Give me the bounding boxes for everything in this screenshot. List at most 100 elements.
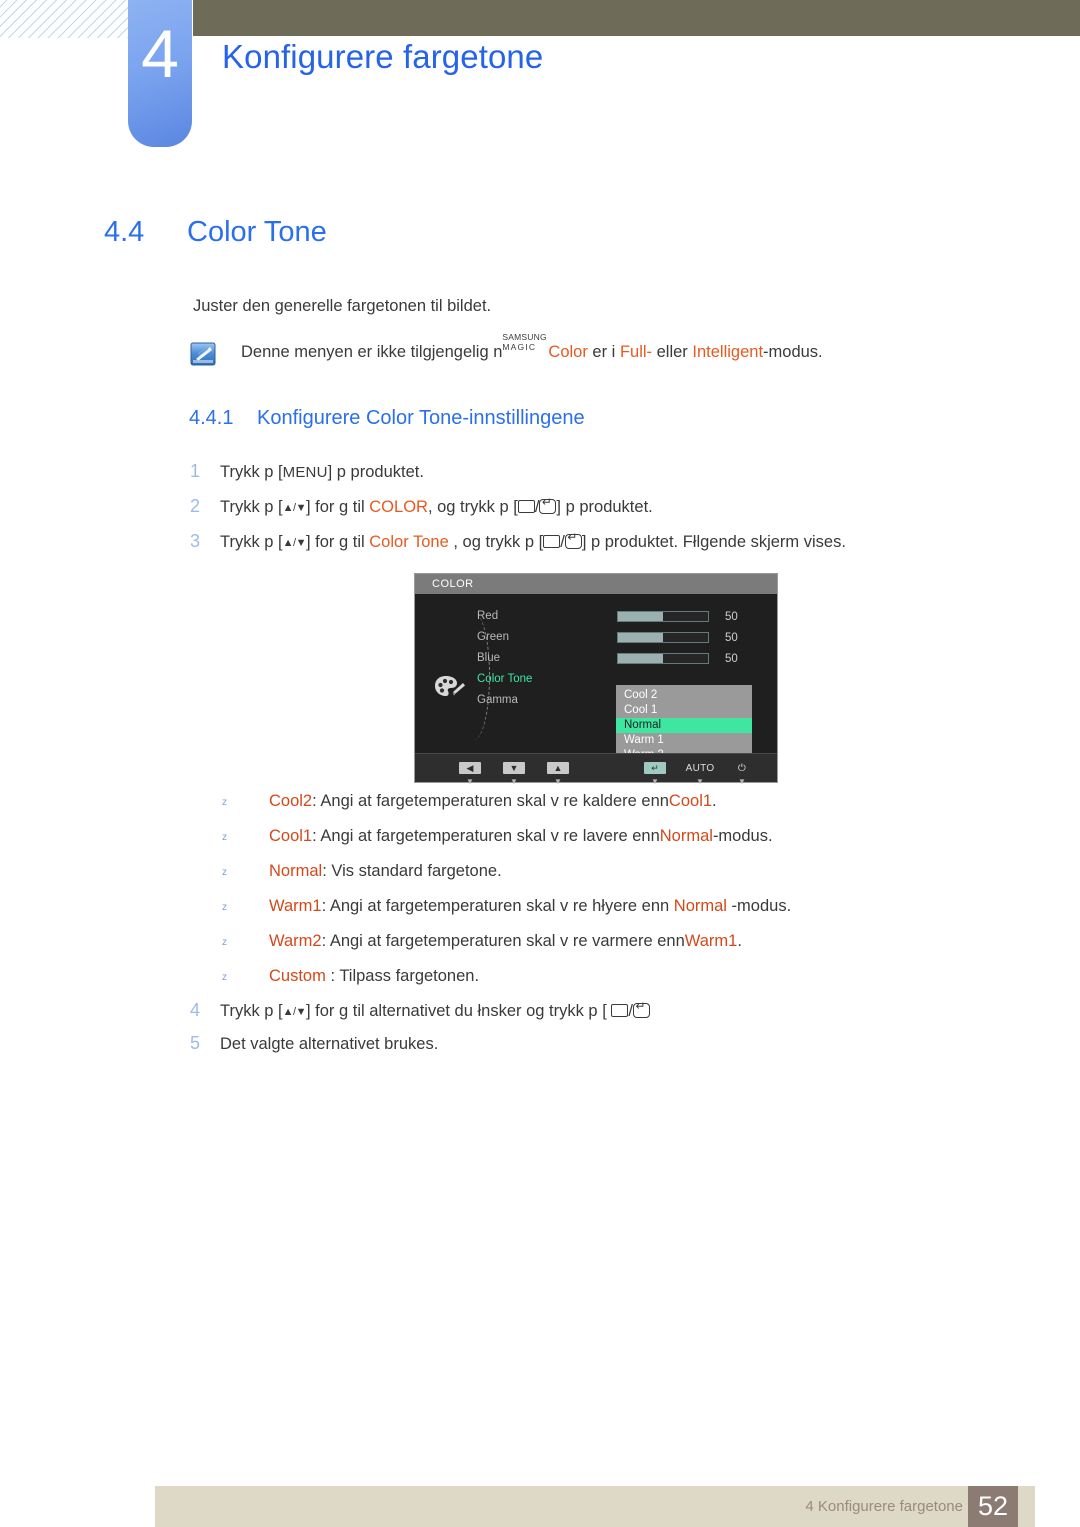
note-text-after: -modus. [763,343,823,361]
step-1-text-a: Trykk p [ [220,463,283,481]
osd-slider-track-red[interactable] [617,611,709,622]
osd-down-button-tick: ▼ [510,777,518,786]
bullet-text-a: Tilpass fargetonen. [339,967,480,985]
osd-value-green: 50 [725,631,738,644]
bullet-term-warm2: Warm2 [269,932,322,950]
osd-enter-button[interactable]: ↵ ▼ [638,758,672,786]
note-mode-full: Full- [619,343,653,361]
osd-left-button[interactable]: ◀ ▼ [453,758,487,786]
bullet-sep: : [322,862,332,880]
step-3-text-a: Trykk p [ [220,533,283,551]
list-item: z Cool1: Angi at fargetemperaturen skal v… [222,827,773,846]
step-2-text-c: , og trykk p [ [427,498,518,516]
osd-value-blue: 50 [725,652,738,665]
bullet-sep: : [325,967,340,985]
osd-slider-track-green[interactable] [617,632,709,643]
osd-power-button[interactable]: ⏻ ▼ [725,758,759,786]
left-arrow-icon: ◀ [459,762,481,774]
bullet-term-cool2: Cool2 [269,792,313,810]
bullet-ref-warm1: Warm1 [684,932,738,950]
source-box-icon [517,500,535,513]
step-4-text-b: ] for g til alternativet du łnsker og tr… [305,1002,612,1020]
osd-down-button[interactable]: ▼ ▼ [497,758,531,786]
subsection-number: 4.4.1 [189,407,234,429]
bullet-term-custom: Custom [269,967,326,985]
osd-up-button[interactable]: ▲ ▼ [541,758,575,786]
step-5-text: Det valgte alternativet brukes. [220,1035,439,1053]
osd-slider-track-blue[interactable] [617,653,709,664]
step-3-text-b: ] for g til [305,533,370,551]
osd-slider-fill-blue [618,654,663,663]
section-title: Color Tone [187,216,327,248]
osd-enter-button-tick: ▼ [651,777,659,786]
osd-slider-red[interactable]: 50 [617,606,767,627]
step-3: 3 Trykk p [▲/▼] for g til Color Tone , og… [190,531,846,552]
bullet-glyph: z [222,797,227,808]
note-text: Denne menyen er ikke tilgjengelig n SAMSU… [241,332,823,363]
bullet-sep: : [321,897,330,915]
step-4: 4 Trykk p [▲/▼] for g til alternativet du… [190,1000,650,1021]
osd-slider-blue[interactable]: 50 [617,648,767,669]
note-mode-intelligent: Intelligent [692,343,764,361]
osd-slider-green[interactable]: 50 [617,627,767,648]
step-4-arrow-glyphs: ▲/▼ [282,1005,307,1018]
bullet-text-b: -modus. [726,897,792,915]
note-text-eller: eller [652,343,693,361]
note-pen-icon [190,342,216,366]
magic-line2: MAGIC [502,342,537,352]
footer-chapter-label: 4 Konfigurere fargetone [805,1498,963,1515]
enter-key-icon [564,531,582,549]
section-number: 4.4 [104,216,145,248]
step-2-target-color: COLOR [369,498,428,516]
down-arrow-icon: ▼ [503,762,525,774]
osd-option-cool-2[interactable]: Cool 2 [616,688,752,703]
bullet-text-b: . [712,792,717,810]
bullet-sep: : [321,932,330,950]
bullet-text-b: . [737,932,742,950]
osd-option-cool-1[interactable]: Cool 1 [616,703,752,718]
footer-page-number: 52 [968,1486,1018,1527]
section-intro-text: Juster den generelle fargetonen til bild… [193,297,492,315]
osd-menu-item-gamma[interactable]: Gamma [477,690,627,711]
bullet-text-a: Angi at fargetemperaturen skal v re kald… [320,792,669,810]
magic-color-word: Color [548,343,588,361]
osd-left-button-tick: ▼ [466,777,474,786]
note-text-mid: er i [587,343,620,361]
osd-auto-button[interactable]: AUTO ▼ [683,758,717,786]
osd-menu-item-color-tone[interactable]: Color Tone [477,669,627,690]
bullet-glyph: z [222,972,227,983]
auto-label-icon: AUTO [685,763,715,774]
osd-auto-button-tick: ▼ [696,777,704,786]
enter-arrow-icon: ↵ [644,762,666,774]
osd-option-warm-1[interactable]: Warm 1 [616,733,752,748]
osd-body: Red Green Blue Color Tone Gamma 50 50 50… [415,594,777,782]
step-2-text-d: ] p produktet. [556,498,653,516]
step-2-number: 2 [190,496,201,516]
osd-menu-item-red[interactable]: Red [477,606,627,627]
list-item: z Warm1: Angi at fargetemperaturen skal v… [222,897,791,916]
bullet-ref-cool1: Cool1 [668,792,713,810]
osd-title: COLOR [415,574,777,594]
step-3-arrow-glyphs: ▲/▼ [282,536,307,549]
step-2-arrow-glyphs: ▲/▼ [282,501,307,514]
bullet-term-warm1: Warm1 [269,897,322,915]
step-5-number: 5 [190,1033,201,1053]
osd-up-button-tick: ▼ [554,777,562,786]
bullet-glyph: z [222,867,227,878]
list-item: z Warm2: Angi at fargetemperaturen skal v… [222,932,742,951]
step-2-text-b: ] for g til [305,498,370,516]
note-callout: Denne menyen er ikke tilgjengelig n SAMSU… [190,332,823,366]
osd-menu-item-green[interactable]: Green [477,627,627,648]
step-3-number: 3 [190,531,201,551]
step-1-number: 1 [190,461,201,481]
subsection-heading: 4.4.1 Konfigurere Color Tone-innstillinge… [189,407,585,430]
samsung-magic-logo: SAMSUNG MAGIC [502,332,548,357]
osd-slider-group: 50 50 50 [617,606,767,669]
osd-option-normal[interactable]: Normal [616,718,752,733]
enter-key-icon [539,496,557,514]
source-box-icon [611,1004,629,1017]
enter-key-icon [632,1000,650,1018]
bullet-glyph: z [222,832,227,843]
osd-menu-list: Red Green Blue Color Tone Gamma [477,606,627,711]
osd-menu-item-blue[interactable]: Blue [477,648,627,669]
